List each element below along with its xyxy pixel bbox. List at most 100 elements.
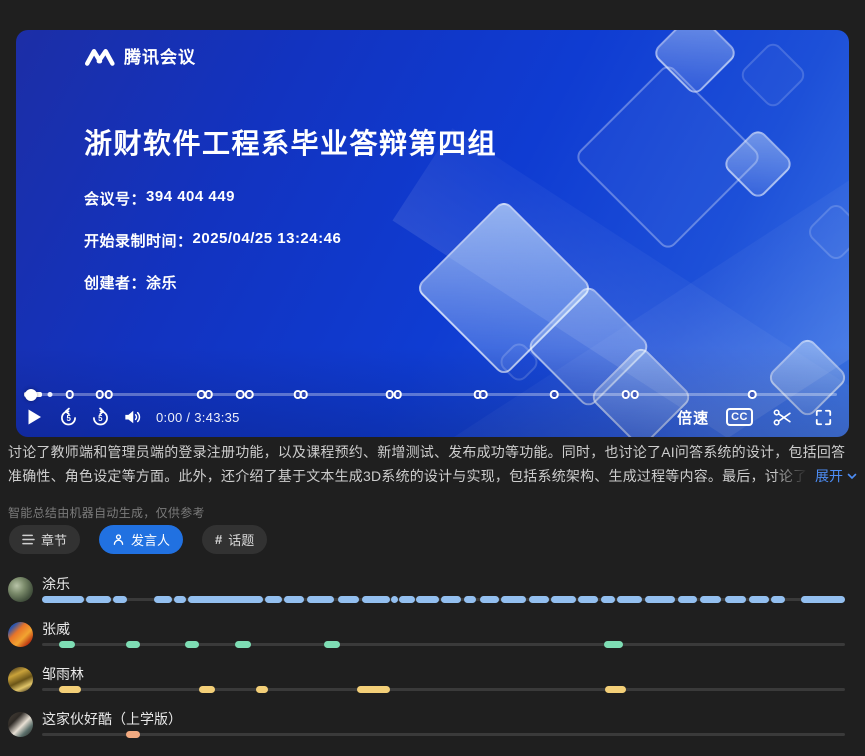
speech-segment[interactable] [113,596,127,603]
fullscreen-icon [814,408,833,427]
speech-segment[interactable] [801,596,845,603]
speaker-timeline[interactable] [42,641,845,648]
meeting-number-value: 394 404 449 [146,188,235,209]
forward-5s-button[interactable]: 5 [84,403,116,431]
speech-segment[interactable] [307,596,334,603]
avatar[interactable] [8,577,33,602]
chapter-marker[interactable] [748,390,757,399]
speaker-name: 这家伙好酷（上学版） [42,711,845,727]
speech-segment[interactable] [357,686,390,693]
chapter-marker[interactable] [245,390,254,399]
volume-button[interactable] [116,403,148,431]
chapter-marker[interactable] [204,390,213,399]
speech-segment[interactable] [185,641,199,648]
speech-segment[interactable] [399,596,414,603]
speaker-timeline[interactable] [42,731,845,738]
expand-summary-link[interactable]: 展开 [773,464,857,488]
timeline-track [42,643,845,646]
play-button[interactable] [26,403,52,431]
tab-topics[interactable]: # 话题 [202,525,267,554]
chapter-marker[interactable] [479,390,488,399]
speech-segment[interactable] [188,596,263,603]
speech-segment[interactable] [324,641,340,648]
speech-segment[interactable] [42,596,84,603]
speaker-row: 张威 [8,621,845,649]
speaker-list: 涂乐 张威 邹雨林 这家伙好酷（上学版） [8,576,845,756]
chapter-marker[interactable] [95,390,104,399]
speaker-name: 张威 [42,621,845,637]
chapter-marker[interactable] [65,390,74,399]
video-player[interactable]: 腾讯会议 浙财软件工程系毕业答辩第四组 会议号： 394 404 449 开始录… [16,30,849,437]
speech-segment[interactable] [235,641,251,648]
speech-segment[interactable] [59,686,81,693]
speech-segment[interactable] [265,596,282,603]
record-time-row: 开始录制时间： 2025/04/25 13:24:46 [84,230,341,251]
speech-segment[interactable] [416,596,438,603]
tab-speakers[interactable]: 发言人 [99,525,183,554]
speech-segment[interactable] [480,596,499,603]
meeting-number-label: 会议号： [84,188,146,209]
speech-segment[interactable] [771,596,785,603]
speech-segment[interactable] [578,596,598,603]
speech-segment[interactable] [59,641,75,648]
speech-segment[interactable] [749,596,768,603]
speaker-timeline[interactable] [42,686,845,693]
cc-subtitles-button[interactable]: CC [726,408,753,426]
playhead-handle[interactable] [25,389,37,401]
speech-segment[interactable] [725,596,747,603]
chapter-marker[interactable] [104,390,113,399]
playback-speed-button[interactable]: 倍速 [677,407,709,428]
speech-segment[interactable] [391,596,397,603]
speech-segment[interactable] [464,596,477,603]
meeting-title: 浙财软件工程系毕业答辩第四组 [84,122,497,162]
speech-segment[interactable] [617,596,642,603]
speech-segment[interactable] [284,596,304,603]
speech-segment[interactable] [362,596,390,603]
tab-topics-label: 话题 [228,530,254,549]
speech-segment[interactable] [338,596,360,603]
chapter-marker[interactable] [299,390,308,399]
avatar[interactable] [8,667,33,692]
speech-segment[interactable] [645,596,675,603]
speech-segment[interactable] [678,596,697,603]
creator-row: 创建者： 涂乐 [84,272,341,293]
clip-button[interactable] [770,403,794,431]
speaker-row: 涂乐 [8,576,845,604]
speech-segment[interactable] [604,641,623,648]
speech-segment[interactable] [126,641,140,648]
chapter-marker[interactable] [550,390,559,399]
speech-segment[interactable] [126,731,140,738]
progress-bar[interactable] [24,389,837,399]
speech-segment[interactable] [601,596,615,603]
speech-segment[interactable] [441,596,461,603]
rewind-5s-button[interactable]: 5 [52,403,84,431]
speech-segment[interactable] [501,596,526,603]
speech-segment[interactable] [154,596,172,603]
avatar[interactable] [8,712,33,737]
creator-value: 涂乐 [146,272,177,293]
speech-segment[interactable] [551,596,576,603]
tab-chapters[interactable]: 章节 [9,525,80,554]
person-icon [112,533,125,546]
brand-logo: 腾讯会议 [84,43,196,68]
speech-segment[interactable] [256,686,268,693]
chapter-marker[interactable] [621,390,630,399]
fullscreen-button[interactable] [811,403,835,431]
chapter-marker[interactable] [630,390,639,399]
speech-segment[interactable] [605,686,626,693]
tab-speakers-label: 发言人 [131,530,170,549]
speech-segment[interactable] [86,596,111,603]
speech-segment[interactable] [700,596,722,603]
avatar[interactable] [8,622,33,647]
progress-track[interactable] [24,393,837,397]
chapter-marker[interactable] [236,390,245,399]
timeline-track [42,733,845,736]
speech-segment[interactable] [199,686,215,693]
speech-segment[interactable] [174,596,185,603]
scissors-icon [772,407,793,428]
speaker-timeline[interactable] [42,596,845,603]
time-display: 0:00 / 3:43:35 [156,410,240,425]
speech-segment[interactable] [529,596,548,603]
chapter-marker[interactable] [394,390,403,399]
tencent-meeting-logo-icon [84,45,116,67]
